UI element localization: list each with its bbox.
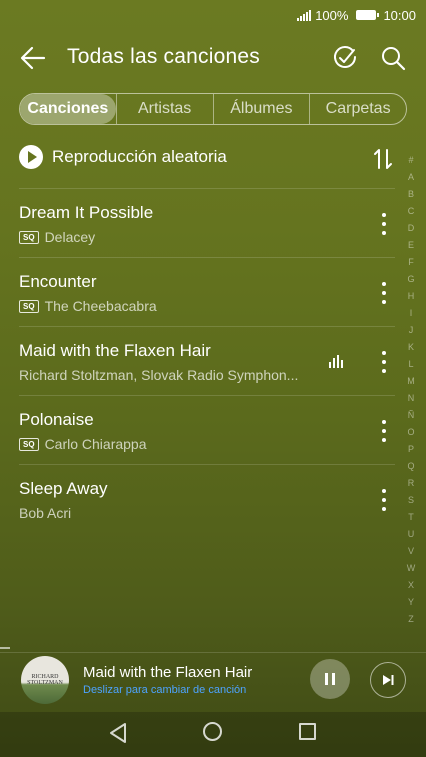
- index-letter[interactable]: Q: [407, 458, 414, 475]
- index-letter[interactable]: Z: [408, 611, 414, 628]
- pause-icon: [325, 673, 328, 685]
- status-bar: 100% 10:00: [0, 0, 426, 30]
- arrow-left-icon[interactable]: [20, 45, 46, 71]
- index-letter[interactable]: I: [410, 305, 413, 322]
- song-artist: SQ The Cheebacabra: [19, 298, 157, 314]
- system-nav-bar: [0, 712, 426, 757]
- more-vertical-icon[interactable]: [381, 489, 387, 511]
- song-artist: SQ Delacey: [19, 229, 95, 245]
- more-vertical-icon[interactable]: [381, 351, 387, 373]
- alphabet-index[interactable]: # A B C D E F G H I J K L M N Ñ O P Q R S T U V W X Y Z: [405, 152, 417, 628]
- index-letter[interactable]: T: [408, 509, 414, 526]
- tab-carpetas[interactable]: Carpetas: [309, 94, 406, 124]
- shuffle-play-row[interactable]: Reproducción aleatoria: [19, 140, 395, 174]
- index-letter[interactable]: E: [408, 237, 414, 254]
- nav-home-icon[interactable]: [203, 722, 222, 741]
- equalizer-icon: [329, 355, 343, 368]
- battery-percent: 100%: [315, 7, 349, 23]
- song-row[interactable]: Sleep Away Bob Acri: [19, 465, 395, 533]
- circle-check-icon[interactable]: [332, 45, 358, 71]
- tab-bar: Canciones Artistas Álbumes Carpetas: [19, 93, 407, 125]
- sq-badge: SQ: [19, 437, 39, 451]
- song-row[interactable]: Polonaise SQ Carlo Chiarappa: [19, 396, 395, 464]
- index-letter[interactable]: P: [408, 441, 414, 458]
- index-letter[interactable]: M: [407, 373, 415, 390]
- index-letter[interactable]: W: [407, 560, 416, 577]
- index-letter[interactable]: U: [408, 526, 415, 543]
- index-letter[interactable]: B: [408, 186, 414, 203]
- artist-name: The Cheebacabra: [44, 298, 157, 314]
- index-letter[interactable]: G: [407, 271, 414, 288]
- artist-name: Delacey: [44, 229, 96, 245]
- shuffle-label: Reproducción aleatoria: [52, 147, 227, 166]
- mini-player[interactable]: RICHARD STOLTZMAN Maid with the Flaxen H…: [0, 652, 426, 710]
- tab-canciones[interactable]: Canciones: [20, 94, 116, 124]
- index-letter[interactable]: R: [408, 475, 415, 492]
- pause-button[interactable]: [310, 659, 350, 699]
- signal-icon: [297, 9, 312, 21]
- play-icon: [19, 145, 43, 169]
- skip-next-icon: [383, 675, 394, 685]
- song-title: Polonaise: [19, 410, 94, 429]
- song-title: Maid with the Flaxen Hair: [19, 341, 211, 360]
- sq-badge: SQ: [19, 230, 39, 244]
- more-vertical-icon[interactable]: [381, 213, 387, 235]
- page-title: Todas las canciones: [67, 45, 260, 68]
- song-artist: Bob Acri: [19, 505, 71, 521]
- index-letter[interactable]: H: [408, 288, 415, 305]
- index-letter[interactable]: A: [408, 169, 414, 186]
- artist-name: Carlo Chiarappa: [44, 436, 147, 452]
- song-artist: SQ Carlo Chiarappa: [19, 436, 147, 452]
- song-title: Dream It Possible: [19, 203, 154, 222]
- tab-albumes[interactable]: Álbumes: [212, 94, 310, 124]
- artist-name: Richard Stoltzman, Slovak Radio Symphon.…: [19, 367, 299, 383]
- song-row[interactable]: Maid with the Flaxen Hair Richard Stoltz…: [19, 327, 395, 395]
- song-title: Sleep Away: [19, 479, 108, 498]
- album-art-text: RICHARD STOLTZMAN: [27, 674, 63, 686]
- song-row[interactable]: Dream It Possible SQ Delacey: [19, 189, 395, 257]
- index-letter[interactable]: K: [408, 339, 414, 356]
- index-letter[interactable]: J: [409, 322, 414, 339]
- index-letter[interactable]: C: [408, 203, 415, 220]
- now-playing-title: Maid with the Flaxen Hair: [83, 664, 253, 681]
- sort-arrows-icon[interactable]: [373, 148, 393, 170]
- index-letter[interactable]: Ñ: [408, 407, 415, 424]
- app-bar: Todas las canciones: [0, 30, 426, 86]
- song-row[interactable]: Encounter SQ The Cheebacabra: [19, 258, 395, 326]
- index-letter[interactable]: Y: [408, 594, 414, 611]
- album-art[interactable]: RICHARD STOLTZMAN: [21, 656, 69, 704]
- battery-icon: [356, 10, 380, 20]
- artist-name: Bob Acri: [19, 505, 72, 521]
- index-letter[interactable]: N: [408, 390, 415, 407]
- index-letter[interactable]: X: [408, 577, 414, 594]
- song-artist: Richard Stoltzman, Slovak Radio Symphon.…: [19, 367, 298, 383]
- more-vertical-icon[interactable]: [381, 420, 387, 442]
- tab-artistas[interactable]: Artistas: [115, 94, 213, 124]
- sq-badge: SQ: [19, 299, 39, 313]
- more-vertical-icon[interactable]: [381, 282, 387, 304]
- index-letter[interactable]: S: [408, 492, 414, 509]
- index-letter[interactable]: D: [408, 220, 415, 237]
- next-button[interactable]: [370, 662, 406, 698]
- search-icon[interactable]: [380, 45, 406, 71]
- song-title: Encounter: [19, 272, 97, 291]
- nav-back-icon[interactable]: [108, 722, 128, 744]
- index-letter[interactable]: F: [408, 254, 414, 271]
- index-letter[interactable]: O: [407, 424, 414, 441]
- index-letter[interactable]: L: [408, 356, 413, 373]
- now-playing-hint: Deslizar para cambiar de canción: [83, 684, 247, 696]
- index-letter[interactable]: V: [408, 543, 414, 560]
- nav-recents-icon[interactable]: [299, 723, 316, 740]
- index-letter[interactable]: #: [408, 152, 413, 169]
- clock: 10:00: [383, 7, 416, 23]
- scroll-indicator: [0, 647, 10, 649]
- divider: [0, 652, 426, 653]
